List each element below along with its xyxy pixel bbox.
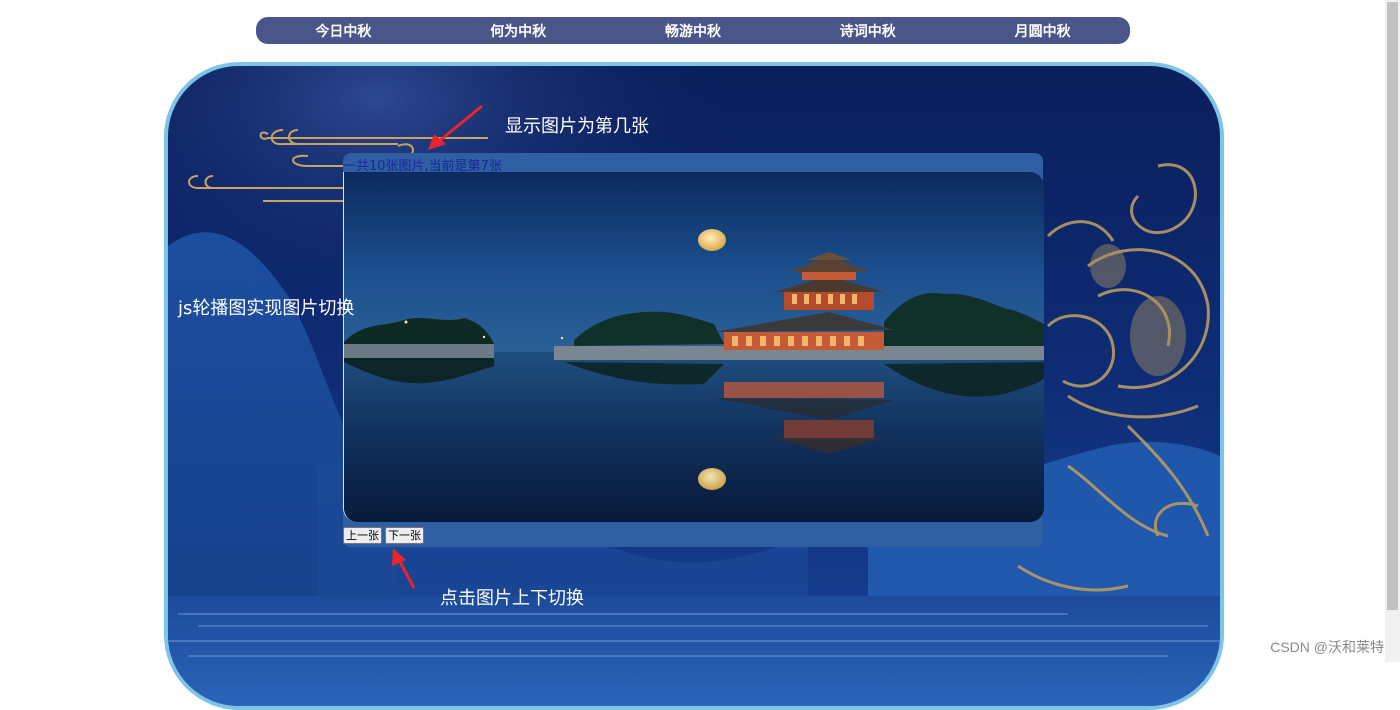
nav-item-moon[interactable]: 月圆中秋	[955, 21, 1130, 41]
vertical-scrollbar[interactable]	[1385, 0, 1400, 662]
nav-item-today[interactable]: 今日中秋	[256, 21, 431, 41]
carousel-annotation: js轮播图实现图片切换	[178, 298, 355, 319]
nav-item-poetry[interactable]: 诗词中秋	[780, 21, 955, 41]
top-nav: 今日中秋 何为中秋 畅游中秋 诗词中秋 月圆中秋	[256, 17, 1130, 44]
arrow-to-counter-icon	[428, 104, 483, 150]
arrow-to-buttons-icon	[392, 548, 416, 589]
next-button[interactable]: 下一张	[385, 527, 424, 544]
buttons-annotation: 点击图片上下切换	[440, 588, 584, 609]
carousel-image[interactable]	[343, 172, 1044, 522]
nav-item-what[interactable]: 何为中秋	[431, 21, 606, 41]
prev-button[interactable]: 上一张	[343, 527, 382, 544]
csdn-watermark: CSDN @沃和莱特	[1270, 639, 1384, 655]
counter-annotation: 显示图片为第几张	[505, 116, 649, 137]
nav-item-travel[interactable]: 畅游中秋	[606, 21, 781, 41]
scrollbar-thumb[interactable]	[1387, 2, 1398, 610]
forbidden-city-night-photo	[344, 172, 1044, 522]
